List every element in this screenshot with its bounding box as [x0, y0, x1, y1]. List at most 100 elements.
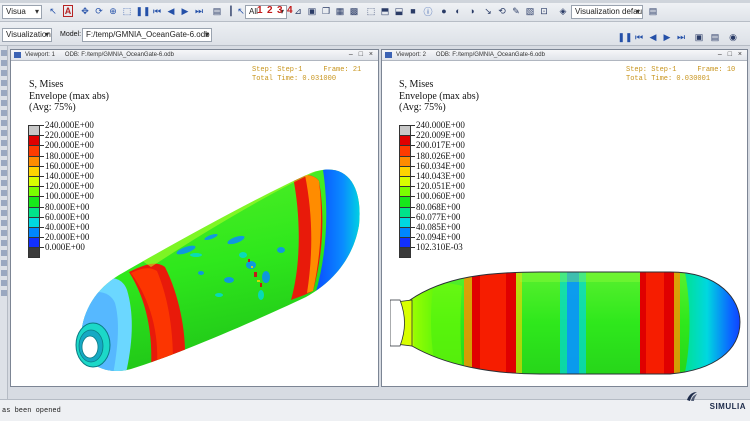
last-frame-icon[interactable]: ⏭	[192, 4, 206, 18]
pan-icon[interactable]: ✥	[78, 4, 92, 18]
animation-next-icon[interactable]: ▶	[660, 30, 674, 44]
info-icon[interactable]: ⓘ	[421, 4, 435, 18]
animation-prev-icon[interactable]: ◀	[646, 30, 660, 44]
legend-swatch	[28, 145, 40, 156]
probe-icon[interactable]: ↘	[481, 4, 495, 18]
legend-tick	[40, 206, 44, 208]
contour-icon[interactable]: ▩	[347, 4, 361, 18]
toolbox-tool[interactable]	[1, 180, 7, 186]
toolbox-tool[interactable]	[1, 120, 7, 126]
viewport-icon	[14, 52, 21, 58]
render-filled-icon[interactable]: ⬓	[392, 4, 406, 18]
step-number-1[interactable]: 1	[257, 5, 263, 16]
first-frame-icon[interactable]: ⏮	[150, 4, 164, 18]
legend-tick	[40, 227, 44, 228]
viewport-2-step-line: Step: Step-1 Frame: 10	[626, 66, 736, 74]
viewport-2-titlebar[interactable]: Viewport: 2 ODB: F:/temp/GMNIA_OceanGate-…	[382, 50, 747, 61]
play-pause-icon[interactable]: ❚❚	[135, 4, 150, 18]
sphere-icon[interactable]: ●	[437, 4, 451, 18]
toolbox-tool[interactable]	[1, 200, 7, 206]
camera-icon[interactable]: ◉	[726, 30, 740, 44]
animation-last-icon[interactable]: ⏭	[674, 30, 688, 44]
toolbox-tool[interactable]	[1, 250, 7, 256]
render-wire-icon[interactable]: ⬚	[364, 4, 378, 18]
animation-options-icon[interactable]: ▤	[708, 30, 722, 44]
render-shaded-icon[interactable]: ■	[406, 4, 420, 18]
legend-swatch	[28, 247, 40, 258]
next-frame-icon[interactable]: ▶	[178, 4, 192, 18]
visualization-defaults-combo[interactable]: Visualization defaults	[571, 5, 643, 19]
toolbox-tool[interactable]	[1, 290, 7, 296]
step-list-icon[interactable]: ▤	[210, 4, 224, 18]
legend-tick	[40, 135, 44, 137]
edit-icon[interactable]: ✎	[509, 4, 523, 18]
menu-bar-fragment	[0, 0, 750, 3]
copy-view-icon[interactable]: ❐	[319, 4, 333, 18]
toolbox-tool[interactable]	[1, 240, 7, 246]
defaults-settings-icon[interactable]: ▤	[646, 4, 660, 18]
sphere-light-icon[interactable]: ◐	[451, 4, 465, 18]
model-path-combo[interactable]: F:/temp/GMNIA_OceanGate-6.odb	[82, 28, 212, 42]
viewport-1-pressure-hull-model[interactable]	[61, 155, 366, 385]
toolbox-tool[interactable]	[1, 170, 7, 176]
defaults-icon[interactable]: ◈	[556, 4, 570, 18]
toolbox-tool[interactable]	[1, 70, 7, 76]
step-number-4[interactable]: 4	[287, 5, 293, 16]
previous-frame-icon[interactable]: ◀	[164, 4, 178, 18]
toolbox-tool[interactable]	[1, 100, 7, 106]
viewport-1-legend-header: S, Mises Envelope (max abs) (Avg: 75%)	[29, 79, 109, 114]
query-icon[interactable]: ⊡	[537, 4, 551, 18]
legend-value-label: 240.000E+00	[45, 120, 94, 130]
lighting-icon[interactable]: ◑	[465, 4, 479, 18]
viewport-window-controls[interactable]: – □ ×	[718, 50, 744, 60]
toolbox-tool[interactable]	[1, 150, 7, 156]
toolbox-tool[interactable]	[1, 90, 7, 96]
toolbox-tool[interactable]	[1, 60, 7, 66]
toolbox-tool[interactable]	[1, 210, 7, 216]
color-code-icon[interactable]: ▧	[523, 4, 537, 18]
zoom-box-icon[interactable]: ⬚	[120, 4, 134, 18]
viewport-2-odb: ODB: F:/temp/GMNIA_OceanGate-6.odb	[435, 52, 545, 58]
toolbox-tool[interactable]	[1, 220, 7, 226]
render-hidden-icon[interactable]: ⬒	[378, 4, 392, 18]
viewport-2-pressure-hull-model[interactable]	[390, 260, 745, 385]
legend-value-label: 60.077E+00	[416, 211, 461, 222]
viewport-1[interactable]: Viewport: 1 ODB: F:/temp/GMNIA_OceanGate-…	[10, 49, 379, 387]
viewport-1-odb: ODB: F:/temp/GMNIA_OceanGate-6.odb	[64, 52, 174, 58]
toolbox-tool[interactable]	[1, 130, 7, 136]
legend-tick	[411, 176, 415, 177]
legend-swatch	[399, 227, 411, 238]
mesh-icon[interactable]: ▦	[333, 4, 347, 18]
step-number-3[interactable]: 3	[277, 5, 283, 16]
toolbox-tool[interactable]	[1, 110, 7, 116]
toolbox-tool[interactable]	[1, 260, 7, 266]
view-cube-icon[interactable]: ▣	[305, 4, 319, 18]
animation-first-icon[interactable]: ⏮	[632, 30, 646, 44]
movie-icon[interactable]: ▣	[692, 30, 706, 44]
toolbox-tool[interactable]	[1, 160, 7, 166]
toolbox-tool[interactable]	[1, 80, 7, 86]
step-number-2[interactable]: 2	[267, 5, 273, 16]
text-annotation-icon[interactable]: A	[61, 4, 75, 18]
toolbox-tool[interactable]	[1, 190, 7, 196]
viewport-1-titlebar[interactable]: Viewport: 1 ODB: F:/temp/GMNIA_OceanGate-…	[11, 50, 378, 61]
select-arrow-icon[interactable]: ↖	[46, 4, 60, 18]
toolbox-tool[interactable]	[1, 230, 7, 236]
toolbox-tool[interactable]	[1, 140, 7, 146]
toolbox-tool[interactable]	[1, 280, 7, 286]
view-combo[interactable]: Visua	[2, 5, 42, 19]
refresh-icon[interactable]: ⟲	[495, 4, 509, 18]
rotate-icon[interactable]: ⟳	[92, 4, 106, 18]
toolbox-tool[interactable]	[1, 270, 7, 276]
viewport-1-step-line: Step: Step-1 Frame: 21	[252, 66, 362, 74]
zoom-icon[interactable]: ⊕	[106, 4, 120, 18]
legend-swatch	[399, 237, 411, 248]
legend-value-label: 200.017E+00	[416, 140, 465, 151]
animation-pause-icon[interactable]: ❚❚	[617, 30, 632, 44]
toolbox-tool[interactable]	[1, 50, 7, 56]
orient-icon[interactable]: ⊿	[291, 4, 305, 18]
viewport-2[interactable]: Viewport: 2 ODB: F:/temp/GMNIA_OceanGate-…	[381, 49, 748, 387]
viewport-1-step-info: Step: Step-1 Frame: 21 Total Time: 0.0310…	[252, 66, 361, 84]
viewport-window-controls[interactable]: – □ ×	[349, 50, 375, 60]
module-combo[interactable]: Visualization	[2, 28, 52, 42]
